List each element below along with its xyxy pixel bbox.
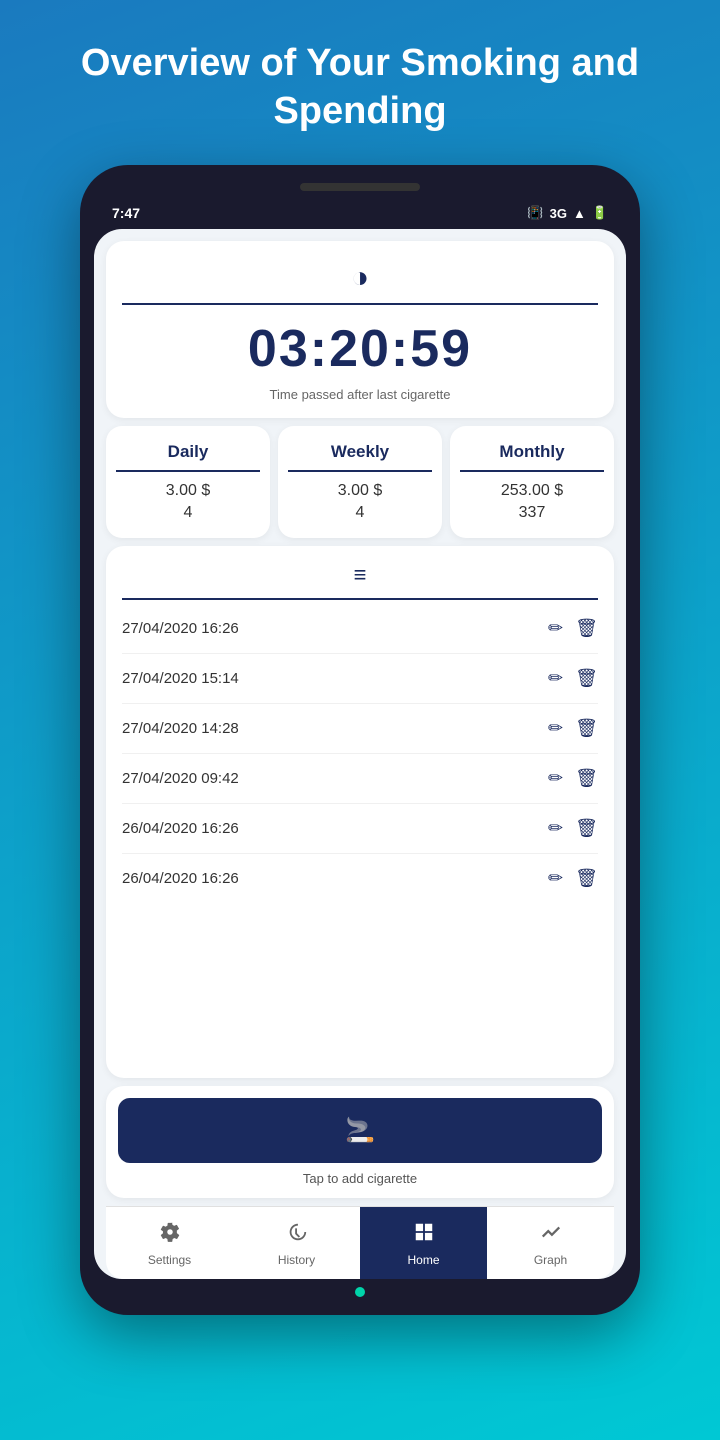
phone-dot	[355, 1287, 365, 1297]
timer-card: ◑ 03:20:59 Time passed after last cigare…	[106, 241, 614, 418]
timer-display: 03:20:59	[122, 319, 598, 379]
stat-card-daily: Daily 3.00 $ 4	[106, 426, 270, 538]
stat-amount-2: 253.00 $	[460, 482, 604, 500]
delete-icon[interactable]: 🗑	[575, 818, 598, 839]
timer-label: Time passed after last cigarette	[122, 387, 598, 402]
delete-icon[interactable]: 🗑	[575, 618, 598, 639]
nav-item-graph[interactable]: Graph	[487, 1207, 614, 1279]
delete-icon[interactable]: 🗑	[575, 718, 598, 739]
history-item-actions: ✏ 🗑	[548, 718, 598, 739]
graph-nav-icon	[540, 1221, 562, 1249]
add-cigarette-container: 🚬 Tap to add cigarette	[106, 1086, 614, 1198]
history-date: 26/04/2020 16:26	[122, 870, 239, 887]
delete-icon[interactable]: 🗑	[575, 868, 598, 889]
delete-icon[interactable]: 🗑	[575, 768, 598, 789]
stat-count-0: 4	[116, 504, 260, 522]
stat-title-0: Daily	[116, 442, 260, 472]
history-date: 27/04/2020 09:42	[122, 770, 239, 787]
status-icons: 📳 3G ▲ 🔋	[527, 205, 608, 221]
stats-row: Daily 3.00 $ 4 Weekly 3.00 $ 4 Monthly 2…	[106, 426, 614, 538]
stat-title-1: Weekly	[288, 442, 432, 472]
nav-item-home[interactable]: Home	[360, 1207, 487, 1279]
nav-item-history[interactable]: History	[233, 1207, 360, 1279]
add-cigarette-label: Tap to add cigarette	[118, 1171, 602, 1186]
clock-icon: ◑	[122, 261, 598, 295]
stat-count-1: 4	[288, 504, 432, 522]
battery-icon: 🔋	[592, 205, 608, 221]
history-item-actions: ✏ 🗑	[548, 618, 598, 639]
edit-icon[interactable]: ✏	[548, 718, 563, 739]
nav-item-settings[interactable]: Settings	[106, 1207, 233, 1279]
stat-count-2: 337	[460, 504, 604, 522]
phone-frame: 7:47 📳 3G ▲ 🔋 ◑ 03:20:59 Time passed aft…	[80, 165, 640, 1315]
history-item: 27/04/2020 15:14 ✏ 🗑	[122, 654, 598, 704]
history-date: 27/04/2020 14:28	[122, 720, 239, 737]
home-nav-icon	[413, 1221, 435, 1249]
history-date: 27/04/2020 16:26	[122, 620, 239, 637]
history-item: 27/04/2020 09:42 ✏ 🗑	[122, 754, 598, 804]
history-item-actions: ✏ 🗑	[548, 768, 598, 789]
edit-icon[interactable]: ✏	[548, 668, 563, 689]
timer-divider	[122, 303, 598, 305]
bottom-nav: Settings History Home Graph	[106, 1206, 614, 1279]
page-header: Overview of Your Smoking and Spending	[0, 0, 720, 165]
history-item-actions: ✏ 🗑	[548, 818, 598, 839]
history-list-icon: ≡	[122, 562, 598, 600]
edit-icon[interactable]: ✏	[548, 818, 563, 839]
history-item: 26/04/2020 16:26 ✏ 🗑	[122, 804, 598, 854]
edit-icon[interactable]: ✏	[548, 618, 563, 639]
add-cigarette-button[interactable]: 🚬	[118, 1098, 602, 1163]
status-bar: 7:47 📳 3G ▲ 🔋	[94, 201, 626, 229]
stat-amount-1: 3.00 $	[288, 482, 432, 500]
stat-card-weekly: Weekly 3.00 $ 4	[278, 426, 442, 538]
graph-nav-label: Graph	[534, 1253, 567, 1267]
settings-nav-label: Settings	[148, 1253, 191, 1267]
history-nav-icon	[286, 1221, 308, 1249]
history-item-actions: ✏ 🗑	[548, 868, 598, 889]
cigarette-icon: 🚬	[345, 1116, 375, 1145]
signal-text: 3G	[550, 206, 567, 221]
history-date: 26/04/2020 16:26	[122, 820, 239, 837]
edit-icon[interactable]: ✏	[548, 868, 563, 889]
edit-icon[interactable]: ✏	[548, 768, 563, 789]
home-nav-label: Home	[407, 1253, 439, 1267]
stat-amount-0: 3.00 $	[116, 482, 260, 500]
history-item: 27/04/2020 14:28 ✏ 🗑	[122, 704, 598, 754]
settings-nav-icon	[159, 1221, 181, 1249]
signal-icon: ▲	[573, 206, 586, 221]
history-date: 27/04/2020 15:14	[122, 670, 239, 687]
history-item-actions: ✏ 🗑	[548, 668, 598, 689]
history-item: 26/04/2020 16:26 ✏ 🗑	[122, 854, 598, 903]
history-nav-label: History	[278, 1253, 315, 1267]
stat-title-2: Monthly	[460, 442, 604, 472]
history-card: ≡ 27/04/2020 16:26 ✏ 🗑 27/04/2020 15:14 …	[106, 546, 614, 1078]
history-item: 27/04/2020 16:26 ✏ 🗑	[122, 604, 598, 654]
phone-notch	[300, 183, 420, 191]
vibrate-icon: 📳	[527, 205, 543, 221]
stat-card-monthly: Monthly 253.00 $ 337	[450, 426, 614, 538]
screen: ◑ 03:20:59 Time passed after last cigare…	[94, 229, 626, 1279]
status-time: 7:47	[112, 205, 140, 221]
delete-icon[interactable]: 🗑	[575, 668, 598, 689]
